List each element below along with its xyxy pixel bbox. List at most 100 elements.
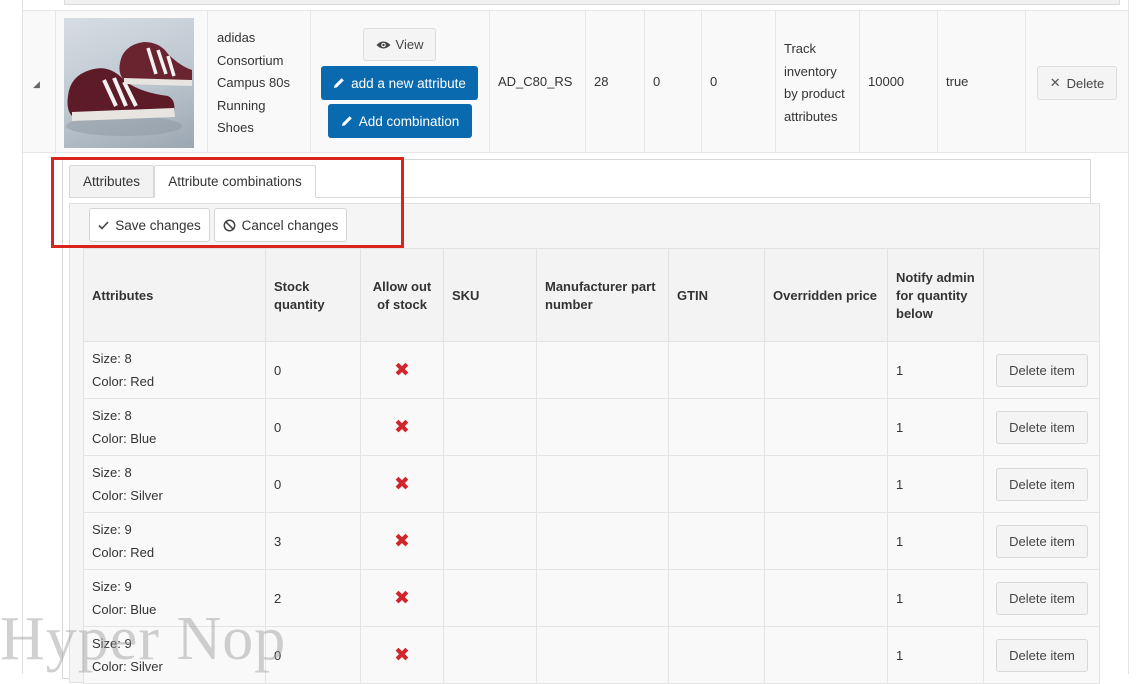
cell-size: Size: 9 [92, 522, 132, 537]
cell-notify: 1 [888, 456, 984, 513]
delete-product-button[interactable]: ✕ Delete [1037, 66, 1117, 100]
header-actions [984, 249, 1100, 343]
delete-item-button[interactable]: Delete item [996, 525, 1088, 558]
cell-actions: Delete item [984, 570, 1100, 627]
view-button-label: View [395, 37, 424, 52]
collapse-arrow-icon[interactable]: ◢ [33, 79, 40, 90]
cell-sku [444, 513, 537, 570]
cell-sku [444, 342, 537, 399]
cell-actions: Delete item [984, 627, 1100, 684]
cell-mpn [537, 456, 669, 513]
cell-color: Color: Red [92, 544, 155, 560]
cell-gtin [669, 456, 765, 513]
shoe-picture [66, 42, 192, 136]
cell-overridden-price [765, 399, 888, 456]
add-combination-label: Add combination [358, 113, 460, 129]
add-combination-button[interactable]: Add combination [328, 104, 472, 138]
product-price: 28 [594, 74, 609, 89]
eye-icon [376, 41, 391, 48]
cell-notify: 1 [888, 570, 984, 627]
cell-size: Size: 8 [92, 408, 132, 423]
cell-stock: 0 [266, 342, 361, 399]
cell-attributes: Size: 8 Color: Blue [84, 399, 266, 456]
inventory-line: by product [784, 86, 845, 101]
product-col-b: 0 [710, 74, 718, 89]
cell-allow-out-of-stock: ✖ [361, 399, 444, 456]
pencil-icon [334, 78, 344, 88]
inventory-method: Track inventory by product attributes [784, 38, 858, 128]
inventory-line: attributes [784, 108, 838, 124]
delete-item-button[interactable]: Delete item [996, 411, 1088, 444]
grid-header: Attributes Stock quantity Allow out of s… [83, 248, 1100, 343]
cell-color: Color: Silver [92, 487, 163, 503]
product-quantity: 10000 [868, 74, 905, 89]
product-name-line: Campus 80s [217, 75, 290, 90]
cell-mpn [537, 570, 669, 627]
header-manufacturer-part-number[interactable]: Manufacturer part number [537, 249, 669, 343]
header-overridden-price[interactable]: Overridden price [765, 249, 888, 343]
header-gtin[interactable]: GTIN [669, 249, 765, 343]
product-name-line: Shoes [217, 120, 254, 135]
cell-allow-out-of-stock: ✖ [361, 342, 444, 399]
product-name: adidas Consortium Campus 80s Running Sho… [217, 27, 307, 140]
header-attributes[interactable]: Attributes [84, 249, 266, 343]
cell-gtin [669, 399, 765, 456]
cell-notify: 1 [888, 399, 984, 456]
delete-item-button[interactable]: Delete item [996, 354, 1088, 387]
cell-mpn [537, 342, 669, 399]
delete-item-button[interactable]: Delete item [996, 468, 1088, 501]
cross-icon: ✖ [394, 474, 410, 495]
table-row: Size: 9 Color: Red 3 ✖ 1 Delete item [83, 513, 1100, 570]
close-icon: ✕ [1049, 75, 1061, 90]
watermark: Hyper Nop [0, 605, 287, 673]
cell-allow-out-of-stock: ✖ [361, 570, 444, 627]
cell-stock: 0 [266, 399, 361, 456]
cell-notify: 1 [888, 627, 984, 684]
cell-sku [444, 399, 537, 456]
cell-size: Size: 8 [92, 351, 132, 366]
delete-button-label: Delete [1066, 75, 1105, 91]
product-name-line: adidas [217, 30, 256, 45]
cell-notify: 1 [888, 513, 984, 570]
header-notify-admin[interactable]: Notify admin for quantity below [888, 249, 984, 343]
cell-actions: Delete item [984, 342, 1100, 399]
cell-actions: Delete item [984, 513, 1100, 570]
header-allow-out-of-stock[interactable]: Allow out of stock [361, 249, 444, 343]
cell-mpn [537, 399, 669, 456]
cell-size: Size: 9 [92, 579, 132, 594]
table-row: Size: 8 Color: Red 0 ✖ 1 Delete item [83, 342, 1100, 399]
cell-sku [444, 456, 537, 513]
cell-stock: 0 [266, 456, 361, 513]
cell-allow-out-of-stock: ✖ [361, 513, 444, 570]
header-sku[interactable]: SKU [444, 249, 537, 343]
cell-stock: 3 [266, 513, 361, 570]
product-published: true [946, 74, 969, 89]
cell-sku [444, 627, 537, 684]
cell-notify: 1 [888, 342, 984, 399]
frame-right-border [1128, 0, 1129, 674]
cross-icon: ✖ [394, 588, 410, 609]
add-attribute-button[interactable]: add a new attribute [321, 66, 478, 100]
product-row: ◢ adidas Consortium Campus 80s Running S… [23, 10, 1128, 153]
product-image [64, 18, 194, 148]
view-button[interactable]: View [363, 28, 436, 61]
delete-item-button[interactable]: Delete item [996, 582, 1088, 615]
cross-icon: ✖ [394, 531, 410, 552]
product-sku: AD_C80_RS [498, 74, 573, 89]
cell-mpn [537, 627, 669, 684]
cell-mpn [537, 513, 669, 570]
cross-icon: ✖ [394, 417, 410, 438]
inventory-line: Track [784, 41, 817, 56]
expander-cell[interactable]: ◢ [23, 11, 56, 152]
cross-icon: ✖ [394, 360, 410, 381]
inventory-line: inventory [784, 63, 837, 79]
cell-color: Color: Red [92, 373, 155, 389]
cell-gtin [669, 342, 765, 399]
cell-actions: Delete item [984, 456, 1100, 513]
product-col-a: 0 [653, 74, 661, 89]
header-stock-quantity[interactable]: Stock quantity [266, 249, 361, 343]
cell-allow-out-of-stock: ✖ [361, 627, 444, 684]
previous-row-bottom [64, 0, 1120, 5]
delete-item-button[interactable]: Delete item [996, 639, 1088, 672]
cell-attributes: Size: 8 Color: Red [84, 342, 266, 399]
